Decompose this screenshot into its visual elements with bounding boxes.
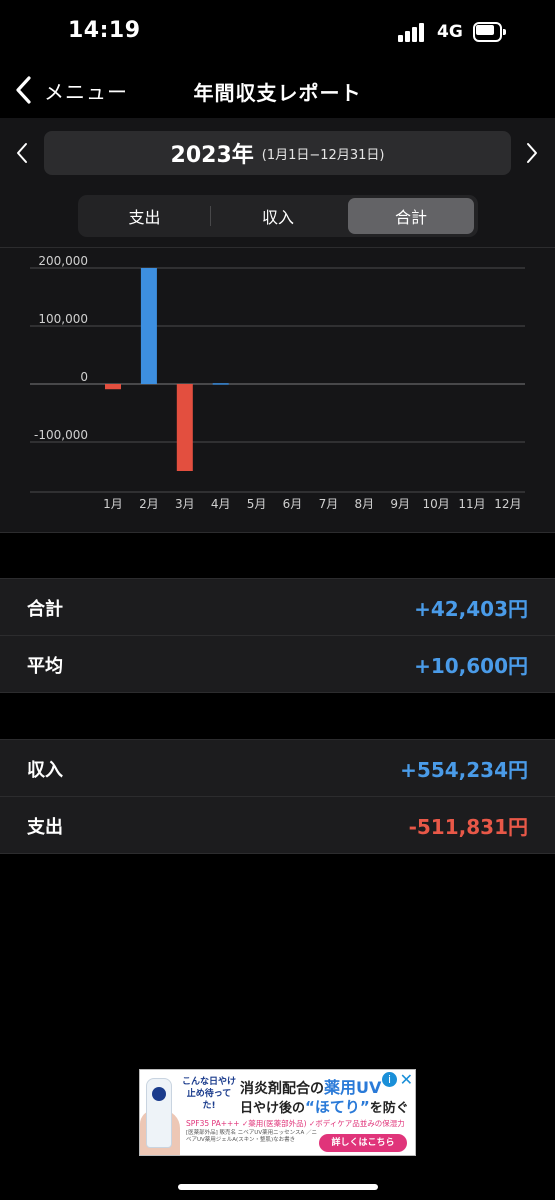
ad-info-icon[interactable]: i xyxy=(382,1072,397,1087)
tab-income[interactable]: 収入 xyxy=(213,198,343,234)
bar xyxy=(212,383,229,385)
x-tick-label: 9月 xyxy=(390,497,410,511)
y-tick-label: 100,000 xyxy=(38,312,88,326)
next-year-button[interactable] xyxy=(524,140,540,166)
summary-list: 合計 +42,403円 平均 +10,600円 xyxy=(0,578,555,693)
list-item: 合計 +42,403円 xyxy=(0,579,555,636)
x-tick-label: 11月 xyxy=(458,497,485,511)
page-title: 年間収支レポート xyxy=(193,81,362,105)
income-value: +554,234円 xyxy=(400,758,528,782)
average-value: +10,600円 xyxy=(414,654,528,678)
bar xyxy=(105,384,121,390)
x-tick-label: 8月 xyxy=(354,497,374,511)
ad-features: SPF35 PA+++ ✓薬用(医薬部外品) ✓ボディケア品並みの保湿力 xyxy=(186,1118,405,1129)
total-value: +42,403円 xyxy=(414,597,528,621)
x-tick-label: 2月 xyxy=(139,497,159,511)
expense-value: -511,831円 xyxy=(408,815,528,839)
ad-feature-spf: SPF35 PA+++ xyxy=(186,1119,240,1128)
ad-bubble-text: こんな日やけ止め待ってた! xyxy=(182,1077,237,1111)
list-item: 収入 +554,234円 xyxy=(0,740,555,797)
ad-sub-em: “ほてり” xyxy=(305,1098,370,1116)
segment-divider xyxy=(210,206,211,226)
status-bar: 14:19 4G xyxy=(0,0,555,64)
list-item: 支出 -511,831円 xyxy=(0,797,555,854)
ad-sub-pre: 日やけ後の xyxy=(240,1101,306,1116)
total-label: 合計 xyxy=(27,599,63,620)
year-label: 2023年 xyxy=(170,143,254,168)
home-indicator xyxy=(178,1184,378,1190)
battery-icon xyxy=(473,22,506,42)
y-tick-label: -100,000 xyxy=(34,428,88,442)
tab-expense-label: 支出 xyxy=(128,208,161,227)
ad-headline: 消炎剤配合の薬用UV xyxy=(240,1074,381,1098)
ad-sub-post: を防ぐ xyxy=(369,1101,409,1116)
x-tick-label: 3月 xyxy=(175,497,195,511)
ad-banner[interactable]: こんな日やけ止め待ってた! 消炎剤配合の薬用UV 日やけ後の“ほてり”を防ぐ i… xyxy=(139,1069,416,1156)
period-selector[interactable]: 2023年 (1月1日−12月31日) xyxy=(44,131,511,175)
x-tick-label: 6月 xyxy=(283,497,303,511)
x-tick-label: 1月 xyxy=(103,497,123,511)
segmented-control: 支出 収入 合計 xyxy=(78,195,478,237)
expense-label: 支出 xyxy=(27,817,63,838)
tab-income-label: 収入 xyxy=(261,208,294,227)
signal-icon xyxy=(398,22,428,42)
average-label: 平均 xyxy=(27,656,63,677)
x-tick-label: 5月 xyxy=(247,497,267,511)
navigation-bar: メニュー 年間収支レポート xyxy=(0,64,555,118)
ad-feature-2: ✓ボディケア品並みの保湿力 xyxy=(308,1119,405,1128)
ad-headline-text: 消炎剤配合の xyxy=(240,1081,324,1097)
date-range: (1月1日−12月31日) xyxy=(261,147,385,163)
monthly-balance-chart: 200,000 100,000 0 -100,000 1月 2月 3月 4月 5月 6月 7月 8月 9… xyxy=(30,254,525,511)
tab-total[interactable]: 合計 xyxy=(348,198,474,234)
ad-headline-em: 薬用UV xyxy=(324,1078,382,1097)
ad-cta-button[interactable]: 詳しくはこちら xyxy=(319,1134,407,1152)
y-tick-label: 0 xyxy=(80,370,88,384)
ad-product-image xyxy=(146,1078,172,1148)
x-tick-label: 7月 xyxy=(319,497,339,511)
bar xyxy=(140,268,157,384)
x-tick-label: 4月 xyxy=(211,497,231,511)
y-tick-label: 200,000 xyxy=(38,254,88,268)
breakdown-list: 収入 +554,234円 支出 -511,831円 xyxy=(0,739,555,854)
ad-subheadline: 日やけ後の“ほてり”を防ぐ xyxy=(240,1096,409,1117)
report-panel: 2023年 (1月1日−12月31日) 支出 収入 合計 200,000 100,… xyxy=(0,118,555,533)
ad-small-print: [医薬部外品] 販売名 ニベアUV薬用ニッセンスA ／ニベアUV薬用ジェルA(ス… xyxy=(186,1130,317,1143)
income-label: 収入 xyxy=(27,760,63,781)
x-tick-label: 10月 xyxy=(422,497,449,511)
status-time: 14:19 xyxy=(68,18,141,43)
network-type: 4G xyxy=(437,22,463,42)
tab-expense[interactable]: 支出 xyxy=(81,198,208,234)
ad-feature-1: ✓薬用(医薬部外品) xyxy=(241,1119,307,1128)
x-tick-label: 12月 xyxy=(494,497,521,511)
ad-close-icon[interactable]: ✕ xyxy=(400,1070,413,1089)
bar xyxy=(176,384,193,471)
tab-total-label: 合計 xyxy=(394,208,427,227)
prev-year-button[interactable] xyxy=(14,140,30,166)
list-item: 平均 +10,600円 xyxy=(0,636,555,693)
